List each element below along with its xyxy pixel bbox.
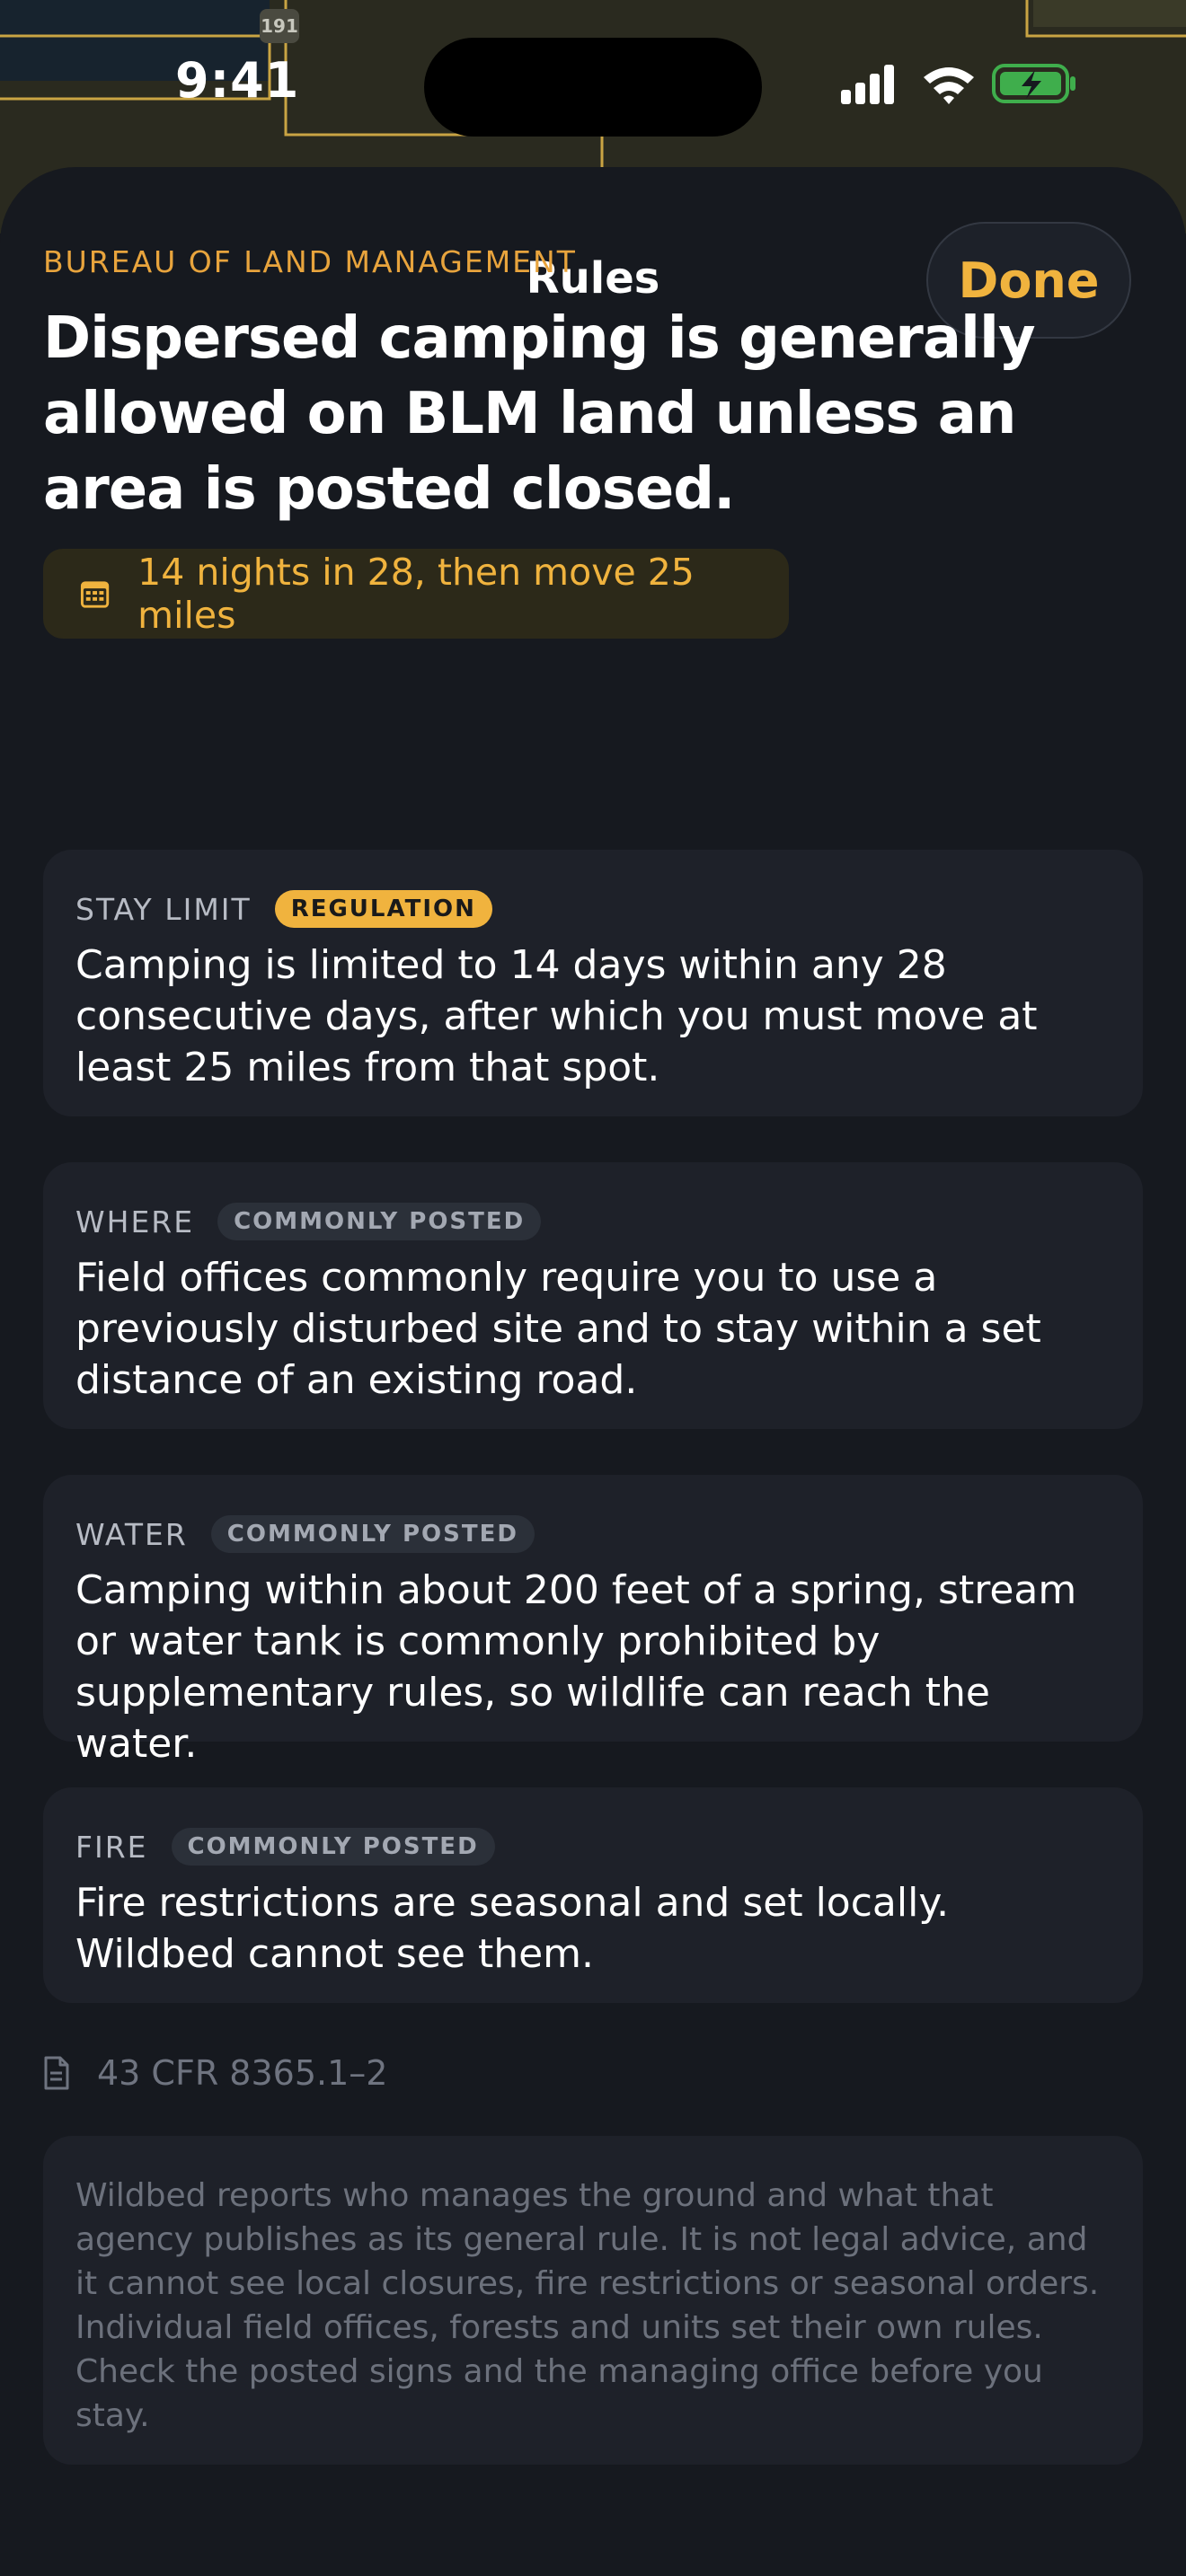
commonly-posted-badge: COMMONLY POSTED: [217, 1203, 542, 1240]
rule-card-label: FIRE: [75, 1829, 148, 1865]
wifi-icon: [924, 67, 974, 104]
rule-card-body: Field offices commonly require you to us…: [75, 1255, 1041, 1403]
dynamic-island: [424, 38, 762, 137]
stay-limit-summary: 14 nights in 28, then move 25 miles: [43, 549, 789, 639]
rule-card-body: Camping within about 200 feet of a sprin…: [75, 1567, 1077, 1767]
rule-card-label: WATER: [75, 1516, 188, 1552]
citation-text: 43 CFR 8365.1–2: [97, 2053, 388, 2093]
rule-card-label: WHERE: [75, 1204, 195, 1239]
rule-card-water: WATER COMMONLY POSTED Camping within abo…: [43, 1475, 1143, 1767]
commonly-posted-badge: COMMONLY POSTED: [171, 1828, 495, 1866]
document-icon: [44, 2056, 69, 2090]
rule-headline: Dispersed camping is generally allowed o…: [43, 305, 1036, 523]
status-bar: 9:41: [0, 0, 1186, 171]
disclaimer-text: Wildbed reports who manages the ground a…: [75, 2177, 1100, 2434]
commonly-posted-badge: COMMONLY POSTED: [210, 1515, 535, 1553]
rule-card-body: Fire restrictions are seasonal and set l…: [75, 1880, 950, 1977]
rule-card-stay-limit: STAY LIMIT REGULATION Camping is limited…: [43, 850, 1143, 1116]
disclaimer-card: Wildbed reports who manages the ground a…: [43, 2136, 1143, 2465]
cellular-signal-icon: [841, 65, 894, 104]
rule-card-where: WHERE COMMONLY POSTED Field offices comm…: [43, 1162, 1143, 1429]
status-time: 9:41: [175, 52, 300, 109]
calendar-icon: [80, 581, 110, 608]
battery-charging-icon: [992, 64, 1075, 103]
rule-card-body: Camping is limited to 14 days within any…: [75, 942, 1038, 1090]
agency-name: BUREAU OF LAND MANAGEMENT: [43, 244, 577, 279]
stay-limit-summary-text: 14 nights in 28, then move 25 miles: [137, 551, 695, 637]
rule-card-fire: FIRE COMMONLY POSTED Fire restrictions a…: [43, 1787, 1143, 2003]
regulation-badge: REGULATION: [274, 890, 492, 928]
rule-card-label: STAY LIMIT: [75, 891, 252, 927]
regulation-citation: 43 CFR 8365.1–2: [43, 2053, 387, 2093]
